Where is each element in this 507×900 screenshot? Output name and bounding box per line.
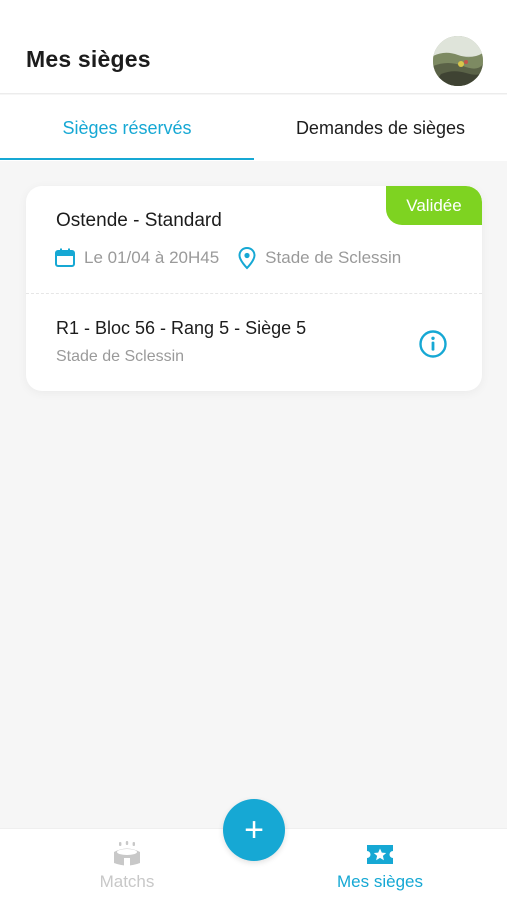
ticket-star-icon: [364, 841, 396, 869]
card-divider: [26, 293, 482, 294]
tab-seat-requests[interactable]: Demandes de sièges: [254, 95, 507, 161]
tab-bar: Sièges réservés Demandes de sièges: [0, 95, 507, 161]
nav-mes-sieges-label: Mes sièges: [337, 872, 423, 891]
tab-reserved-seats[interactable]: Sièges réservés: [0, 95, 254, 161]
active-tab-indicator: [0, 158, 254, 160]
status-badge: Validée: [386, 186, 482, 225]
calendar-icon: [54, 247, 76, 269]
match-venue: Stade de Sclessin: [265, 248, 402, 267]
stadium-icon: [112, 841, 142, 869]
info-icon[interactable]: [418, 329, 448, 359]
match-meta: Le 01/04 à 20H45 Stade de Sclessin: [54, 246, 401, 270]
avatar[interactable]: [433, 36, 483, 86]
add-button[interactable]: +: [223, 799, 285, 861]
avatar-image: [433, 36, 483, 86]
nav-mes-sieges[interactable]: Mes sièges: [280, 829, 480, 900]
seat-venue: Stade de Sclessin: [56, 348, 185, 365]
app-header: Mes sièges: [0, 0, 507, 94]
seat-details: R1 - Bloc 56 - Rang 5 - Siège 5: [56, 318, 307, 338]
location-pin-icon: [237, 246, 257, 270]
match-date: Le 01/04 à 20H45: [84, 248, 220, 267]
nav-matchs[interactable]: Matchs: [27, 829, 227, 900]
match-title: Ostende - Standard: [56, 210, 222, 231]
reservation-card[interactable]: Validée Ostende - Standard Le 01/04 à 20…: [26, 186, 482, 391]
page-title: Mes sièges: [26, 46, 151, 72]
nav-matchs-label: Matchs: [99, 872, 155, 891]
